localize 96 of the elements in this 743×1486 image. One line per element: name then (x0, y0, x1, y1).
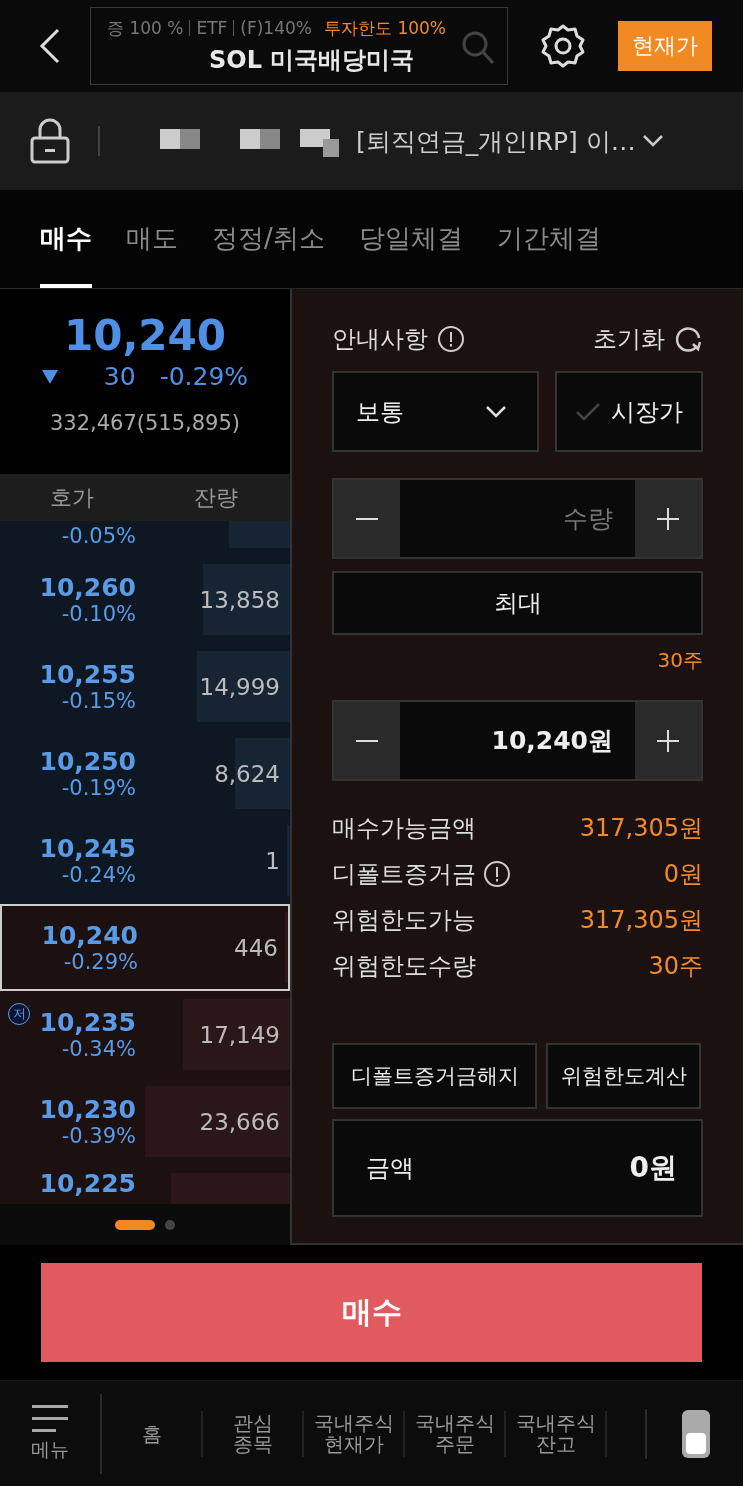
price-stepper[interactable]: 10,240원 (332, 700, 703, 781)
order-book-row[interactable]: 10,245 -0.24% 1 (0, 817, 290, 904)
bid-ask-price: 10,225 (39, 1169, 136, 1198)
toggle-icon[interactable] (645, 1409, 711, 1459)
order-book-row[interactable]: 10,230 -0.39% 23,666 (0, 1078, 290, 1165)
price-change-rate: -0.10% (61, 602, 136, 626)
menu-button[interactable]: 메뉴 (0, 1394, 102, 1474)
nav-item[interactable]: 국내주식 현재가 (304, 1411, 405, 1457)
stock-name: SOL 미국배당미국 (209, 44, 415, 76)
info-label: 디폴트증거금 (332, 859, 476, 890)
order-volume: 8,624 (214, 760, 280, 787)
max-quantity: 30주 (656, 647, 703, 674)
order-volume: 13,858 (199, 586, 280, 613)
info-label: 위험한도수량 (332, 951, 476, 982)
bid-ask-price: 10,260 (39, 573, 136, 602)
order-type-dropdown[interactable]: 보통 (332, 371, 539, 452)
order-volume: 446 (234, 934, 278, 961)
bid-ask-price: 10,245 (39, 834, 136, 863)
buy-button[interactable]: 매수 (41, 1263, 702, 1362)
menu-icon (32, 1405, 68, 1433)
refresh-icon[interactable] (673, 324, 703, 354)
down-triangle-icon (41, 369, 58, 384)
info-label: 매수가능금액 (332, 813, 476, 844)
account-name[interactable]: [퇴직연금_개인IRP] 이… (356, 124, 636, 158)
order-volume: 17,149 (199, 1021, 280, 1048)
quantity-stepper[interactable]: 수량 (332, 478, 703, 559)
price-change-rate: -0.24% (61, 863, 136, 887)
action-button[interactable]: 디폴트증거금해지 (332, 1043, 537, 1109)
bid-ask-price: 10,230 (39, 1095, 136, 1124)
column-header: 호가 (50, 483, 95, 512)
lock-icon[interactable] (30, 118, 70, 164)
plus-icon (657, 507, 679, 530)
order-book-row[interactable]: 저 10,235 -0.34% 17,149 (0, 991, 290, 1078)
price-change-rate: -0.29% (63, 950, 138, 974)
minus-icon (356, 739, 378, 742)
info-icon[interactable] (482, 859, 512, 889)
order-book-row[interactable]: 10,250 -0.19% 8,624 (0, 730, 290, 817)
info-value: 317,305원 (579, 813, 703, 844)
chevron-down-icon[interactable] (641, 134, 664, 148)
order-book-row[interactable]: -0.05% (0, 521, 290, 556)
info-value: 30주 (648, 951, 703, 982)
chevron-down-icon (485, 404, 507, 419)
quantity-input[interactable]: 수량 (400, 480, 635, 557)
info-value: 317,305원 (579, 905, 703, 936)
price-change-rate: -0.39% (61, 1124, 136, 1148)
nav-item[interactable]: 관심 종목 (203, 1411, 304, 1457)
order-book-row[interactable]: 10,240 -0.29% 446 (0, 904, 290, 991)
current-price: 10,240 (63, 311, 227, 360)
minus-icon (356, 517, 378, 520)
order-tab[interactable]: 당일체결 (358, 221, 463, 288)
change-rate: -0.29% (159, 362, 249, 391)
info-icon[interactable] (436, 324, 466, 354)
order-volume: 23,666 (199, 1108, 280, 1135)
page-indicator[interactable] (115, 1219, 155, 1230)
price-change-rate: -0.15% (61, 689, 136, 713)
nav-item[interactable]: 국내주식 주문 (405, 1411, 506, 1457)
order-volume: 1 (265, 847, 280, 874)
order-book-row[interactable]: 10,225 (0, 1165, 290, 1204)
stock-info-label: 증 100 % (107, 16, 184, 40)
order-tab[interactable]: 매도 (126, 221, 178, 288)
check-icon (575, 401, 601, 422)
plus-icon (657, 729, 679, 752)
price-change: 30 (103, 362, 136, 391)
stock-search-field[interactable]: 증 100 % ETF (F)140% 투자한도 100% SOL 미국배당미국 (90, 7, 508, 85)
investment-limit-label: 투자한도 100% (324, 16, 446, 40)
info-value: 0원 (663, 859, 703, 890)
market-price-checkbox[interactable]: 시장가 (555, 371, 703, 452)
order-tab[interactable]: 정정/취소 (212, 221, 325, 288)
price-change-rate: -0.05% (61, 524, 136, 548)
stock-info-label: ETF (196, 18, 228, 38)
order-book-row[interactable]: 10,260 -0.10% 13,858 (0, 556, 290, 643)
bid-ask-price: 10,250 (39, 747, 136, 776)
action-button[interactable]: 위험한도계산 (546, 1043, 701, 1109)
settings-icon[interactable] (540, 23, 586, 69)
price-change-rate: -0.19% (61, 776, 136, 800)
low-price-badge: 저 (8, 1003, 30, 1025)
order-book-row[interactable]: 10,255 -0.15% 14,999 (0, 643, 290, 730)
stock-info-label: (F)140% (240, 18, 312, 38)
order-volume: 14,999 (199, 673, 280, 700)
amount-value: 0원 (629, 1150, 677, 1186)
bid-ask-price: 10,240 (41, 921, 138, 950)
amount-field[interactable]: 금액 0원 (332, 1119, 703, 1217)
info-label: 위험한도가능 (332, 905, 476, 936)
amount-label: 금액 (366, 1153, 414, 1184)
nav-item[interactable]: 국내주식 잔고 (506, 1411, 607, 1457)
trade-volume: 332,467(515,895) (49, 411, 241, 435)
nav-item[interactable]: 홈 (102, 1411, 203, 1457)
price-change-rate: -0.34% (61, 1037, 136, 1061)
price-input[interactable]: 10,240원 (400, 702, 635, 779)
reset-label[interactable]: 초기화 (593, 323, 665, 355)
max-quantity-button[interactable]: 최대 (332, 571, 703, 635)
notice-label[interactable]: 안내사항 (332, 323, 428, 355)
order-tab[interactable]: 기간체결 (496, 221, 601, 288)
bid-ask-price: 10,255 (39, 660, 136, 689)
column-header: 잔량 (194, 483, 238, 512)
bid-ask-price: 10,235 (39, 1008, 136, 1037)
